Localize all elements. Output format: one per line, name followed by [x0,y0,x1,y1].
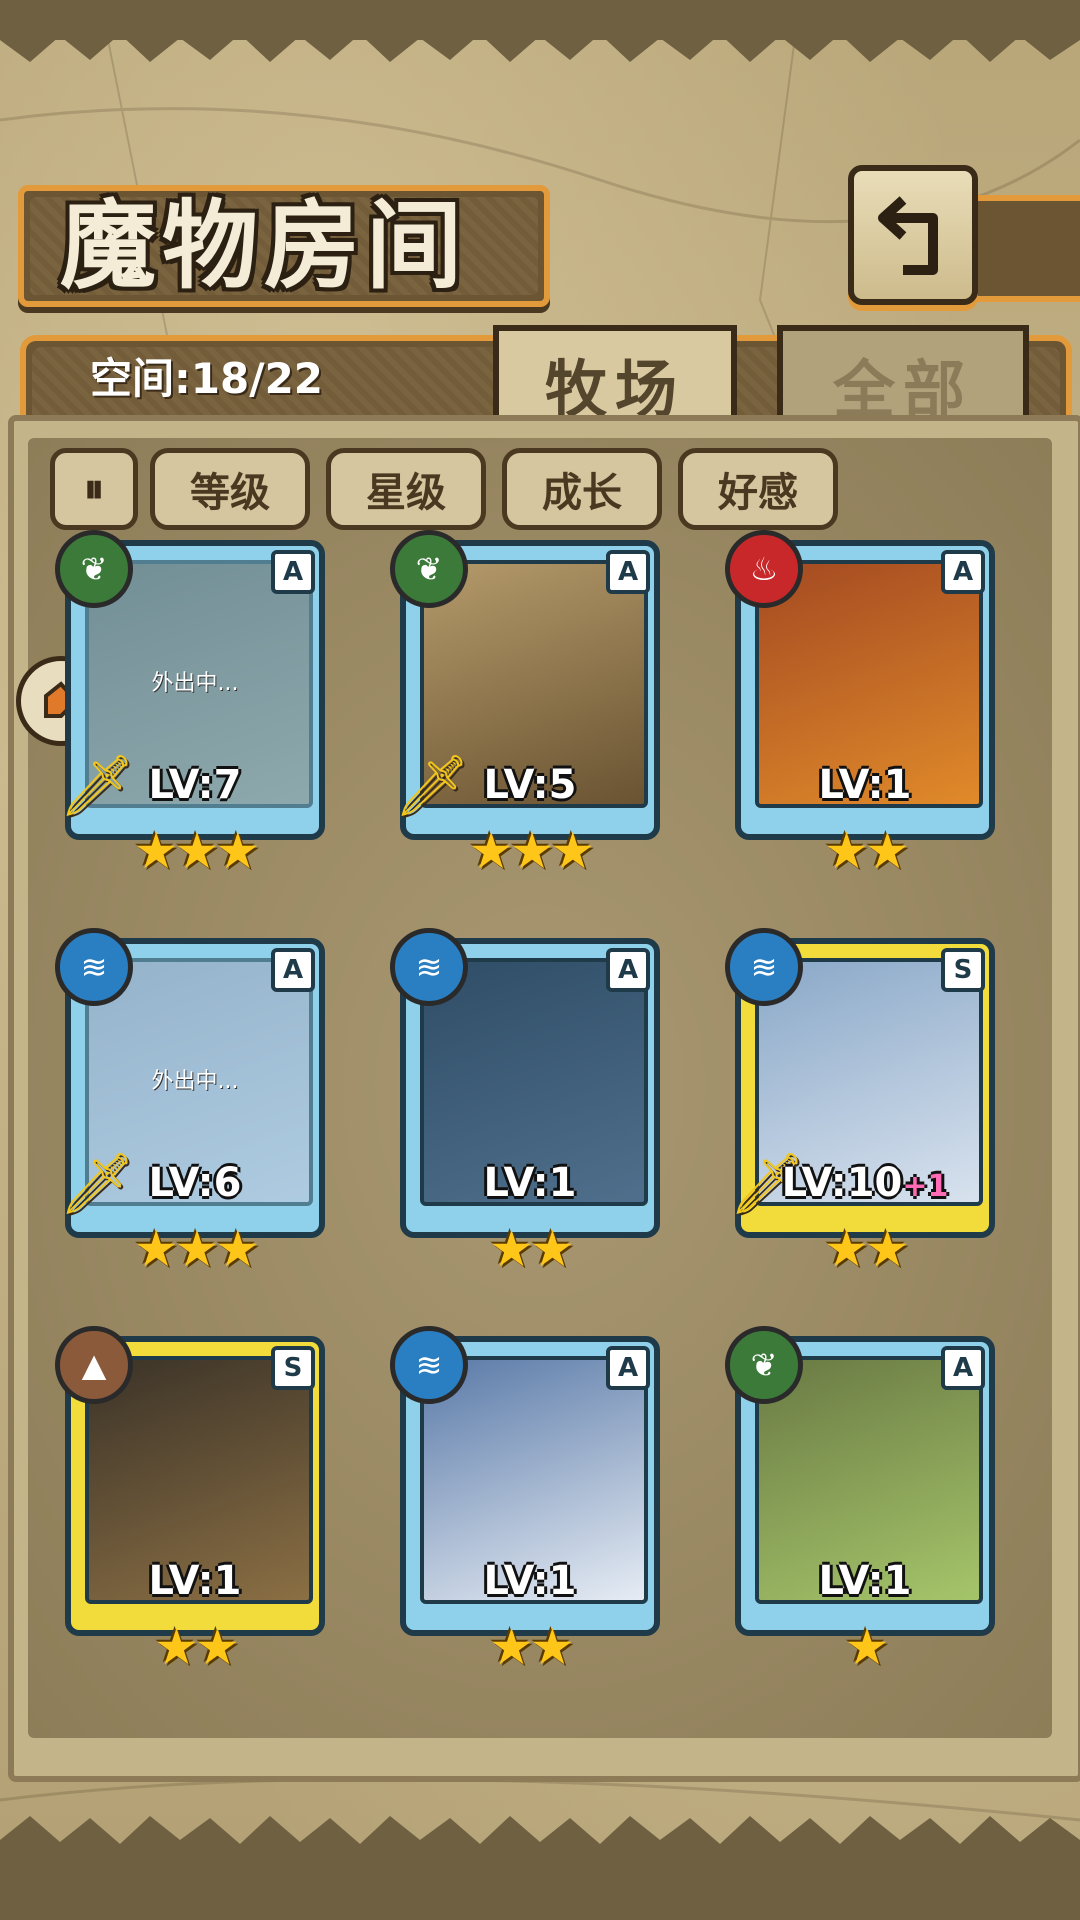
star-rating: ★★ [489,1220,575,1278]
level-label: LV:7 [65,762,325,808]
level-label: LV:1 [65,1558,325,1604]
grass-icon: ❦ [725,1326,803,1404]
grass-icon: ❦ [55,530,133,608]
level-label: LV:1 [735,1558,995,1604]
level-label: LV:1 [400,1558,660,1604]
star-rating: ★★★ [133,822,260,880]
sort-affection-button[interactable]: 好感 [678,448,838,530]
capacity-label: 空间:18/22 [90,354,324,403]
star-rating: ★★★ [468,822,595,880]
sort-order-icon: ⏸ [84,466,104,512]
grade-badge: S [941,948,985,992]
sort-star-button[interactable]: 星级 [326,448,486,530]
level-value: LV:1 [818,762,912,808]
grade-badge: A [606,948,650,992]
monster-card[interactable]: S ≋ 🗡 LV:10+1 ★★ [725,928,995,1278]
water-icon: ≋ [390,928,468,1006]
monster-card[interactable]: A ≋ 外出中... 🗡 LV:6 ★★★ [55,928,325,1278]
grade-badge: A [271,550,315,594]
earth-icon: ▲ [55,1326,133,1404]
sort-order-toggle[interactable]: ⏸ [50,448,138,530]
level-value: LV:1 [818,1558,912,1604]
return-arrow-icon [878,196,938,275]
monster-card[interactable]: A ≋ LV:1 ★★ [390,1326,660,1676]
level-bonus: +1 [902,1169,949,1204]
grade-badge: A [606,1346,650,1390]
level-value: LV:6 [148,1160,242,1206]
page-title: 魔物房间 [60,190,468,302]
top-torn-edge [0,0,1080,62]
monster-card[interactable]: A ❦ 🗡 LV:5 ★★★ [390,530,660,880]
grade-badge: A [941,1346,985,1390]
grade-badge: A [606,550,650,594]
level-value: LV:10 [781,1160,903,1206]
star-rating: ★★ [824,822,910,880]
grass-icon: ❦ [390,530,468,608]
level-label: LV:10+1 [735,1160,995,1206]
star-rating: ★★ [824,1220,910,1278]
sort-growth-button[interactable]: 成长 [502,448,662,530]
level-value: LV:1 [483,1558,577,1604]
level-label: LV:6 [65,1160,325,1206]
star-rating: ★★ [489,1618,575,1676]
grade-badge: S [271,1346,315,1390]
monster-card[interactable]: A ≋ LV:1 ★★ [390,928,660,1278]
level-label: LV:1 [735,762,995,808]
fire-icon: ♨ [725,530,803,608]
water-icon: ≋ [55,928,133,1006]
grade-badge: A [941,550,985,594]
sort-level-button[interactable]: 等级 [150,448,310,530]
monster-card[interactable]: S ▲ LV:1 ★★ [55,1326,325,1676]
level-value: LV:7 [148,762,242,808]
grade-badge: A [271,948,315,992]
water-icon: ≋ [390,1326,468,1404]
back-button[interactable] [848,165,978,305]
away-status: 外出中... [151,1069,239,1094]
level-label: LV:1 [400,1160,660,1206]
away-status: 外出中... [151,671,239,696]
bottom-torn-edge [0,1816,1080,1920]
level-value: LV:5 [483,762,577,808]
level-label: LV:5 [400,762,660,808]
monster-card[interactable]: A ❦ LV:1 ★ [725,1326,995,1676]
monster-card[interactable]: A ❦ 外出中... 🗡 LV:7 ★★★ [55,530,325,880]
monster-card[interactable]: A ♨ LV:1 ★★ [725,530,995,880]
level-value: LV:1 [483,1160,577,1206]
level-value: LV:1 [148,1558,242,1604]
water-icon: ≋ [725,928,803,1006]
star-rating: ★★★ [133,1220,260,1278]
star-rating: ★ [844,1618,890,1676]
star-rating: ★★ [154,1618,240,1676]
